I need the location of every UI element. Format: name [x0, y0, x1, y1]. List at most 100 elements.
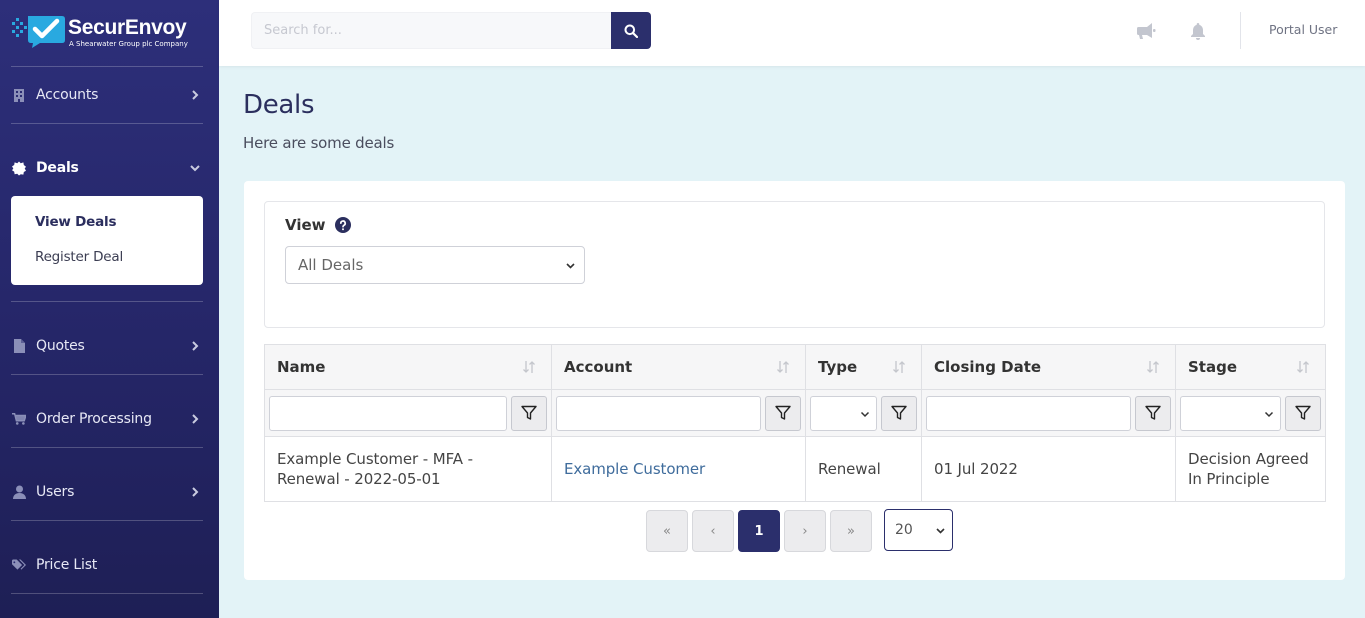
- sidebar: SecurEnvoy A Shearwater Group plc Compan…: [0, 0, 219, 618]
- account-link[interactable]: Example Customer: [564, 460, 705, 478]
- nav-divider: [11, 301, 203, 302]
- sidebar-item-label: Order Processing: [36, 411, 152, 427]
- filter-cell-closing-date: [921, 389, 1176, 437]
- sidebar-item-label: Accounts: [36, 87, 99, 103]
- page-subtitle: Here are some deals: [243, 134, 395, 152]
- deals-table: Name Account Type Closing Date Stage Exa…: [264, 344, 1326, 502]
- view-label-text: View: [285, 216, 326, 234]
- search-input[interactable]: [251, 12, 611, 49]
- cell-account: Example Customer: [551, 436, 806, 502]
- filter-icon: [1295, 405, 1311, 420]
- page-size-select[interactable]: 20: [884, 509, 953, 551]
- page-button-current[interactable]: 1: [738, 510, 780, 552]
- sidebar-item-users[interactable]: Users: [0, 474, 219, 510]
- megaphone-icon: [1136, 23, 1155, 39]
- column-header-name[interactable]: Name: [264, 344, 552, 390]
- sidebar-item-order-processing[interactable]: Order Processing: [0, 401, 219, 437]
- view-label: View: [285, 216, 351, 234]
- filter-button-stage[interactable]: [1285, 395, 1321, 431]
- filter-button-name[interactable]: [511, 395, 547, 431]
- column-header-account[interactable]: Account: [551, 344, 806, 390]
- column-header-type[interactable]: Type: [805, 344, 922, 390]
- submenu-item-register-deal[interactable]: Register Deal: [35, 249, 123, 265]
- filter-button-type[interactable]: [881, 395, 917, 431]
- page-title: Deals: [243, 90, 315, 120]
- filter-icon: [1145, 405, 1161, 420]
- view-select[interactable]: All Deals: [285, 246, 585, 284]
- nav-divider: [11, 447, 203, 448]
- nav-divider: [11, 520, 203, 521]
- tags-icon: [12, 558, 26, 572]
- announcement-button[interactable]: [1136, 21, 1156, 41]
- sidebar-item-label: Users: [36, 484, 75, 500]
- pagination: « ‹ 1 › »: [646, 510, 876, 552]
- filter-input-closing-date[interactable]: [926, 395, 1131, 431]
- filter-cell-type: [805, 389, 922, 437]
- chevron-right-icon: [192, 341, 199, 351]
- sidebar-item-price-list[interactable]: Price List: [0, 547, 219, 583]
- filter-icon: [891, 405, 907, 420]
- filter-input-name[interactable]: [269, 395, 507, 431]
- table-row[interactable]: Example Customer - MFA - Renewal - 2022-…: [264, 436, 1326, 502]
- chevron-down-icon: [936, 528, 945, 534]
- page-size-value: 20: [895, 522, 913, 538]
- sort-icon: [1147, 361, 1159, 373]
- filter-cell-stage: [1175, 389, 1326, 437]
- chevron-right-icon: [192, 90, 199, 100]
- cell-name: Example Customer - MFA - Renewal - 2022-…: [264, 436, 552, 502]
- help-icon[interactable]: [334, 217, 351, 233]
- nav-divider: [11, 374, 203, 375]
- filter-button-closing-date[interactable]: [1135, 395, 1171, 431]
- next-page-button[interactable]: ›: [784, 510, 826, 552]
- submenu-item-view-deals[interactable]: View Deals: [35, 214, 117, 230]
- logo-wordmark: SecurEnvoy: [68, 16, 187, 39]
- filter-select-type[interactable]: [810, 395, 877, 431]
- deals-submenu: View Deals Register Deal: [11, 196, 203, 285]
- column-header-label: Closing Date: [934, 358, 1042, 376]
- bell-icon: [1191, 22, 1205, 40]
- column-header-label: Type: [818, 358, 858, 376]
- nav-divider: [11, 593, 203, 594]
- filter-cell-name: [264, 389, 552, 437]
- sidebar-item-quotes[interactable]: Quotes: [0, 328, 219, 364]
- header-divider: [1240, 12, 1241, 49]
- cart-icon: [12, 412, 26, 426]
- sidebar-item-label: Deals: [36, 160, 79, 176]
- column-header-stage[interactable]: Stage: [1175, 344, 1326, 390]
- sort-icon: [893, 361, 905, 373]
- sidebar-item-deals[interactable]: Deals: [0, 150, 219, 186]
- filter-button-account[interactable]: [765, 395, 801, 431]
- chevron-down-icon: [190, 165, 200, 172]
- nav-divider: [11, 123, 203, 124]
- last-page-button[interactable]: »: [830, 510, 872, 552]
- logo-icon: [12, 16, 65, 48]
- column-header-closing-date[interactable]: Closing Date: [921, 344, 1176, 390]
- cell-stage: Decision Agreed In Principle: [1175, 436, 1326, 502]
- chevron-down-icon: [1264, 411, 1274, 417]
- sidebar-item-accounts[interactable]: Accounts: [0, 77, 219, 113]
- chevron-down-icon: [566, 263, 575, 269]
- top-header: Portal User: [219, 0, 1365, 66]
- badge-icon: [12, 161, 26, 175]
- filter-icon: [521, 405, 537, 420]
- cell-closing-date: 01 Jul 2022: [921, 436, 1176, 502]
- chevron-right-icon: [192, 414, 199, 424]
- filter-select-stage[interactable]: [1180, 395, 1281, 431]
- nav-divider: [11, 66, 203, 67]
- sidebar-item-label: Price List: [36, 557, 98, 573]
- column-header-label: Name: [277, 358, 326, 376]
- notifications-button[interactable]: [1188, 21, 1208, 41]
- user-menu[interactable]: Portal User: [1269, 22, 1337, 37]
- sort-icon: [777, 361, 789, 373]
- deals-card: View All Deals Name Account Type Closing…: [244, 181, 1345, 580]
- filter-input-account[interactable]: [556, 395, 761, 431]
- sidebar-item-label: Quotes: [36, 338, 85, 354]
- search-button[interactable]: [611, 12, 651, 49]
- logo[interactable]: SecurEnvoy A Shearwater Group plc Compan…: [10, 12, 210, 52]
- search-icon: [624, 24, 638, 38]
- logo-tagline: A Shearwater Group plc Company: [69, 40, 188, 48]
- filter-icon: [775, 405, 791, 420]
- sort-icon: [1297, 361, 1309, 373]
- first-page-button[interactable]: «: [646, 510, 688, 552]
- prev-page-button[interactable]: ‹: [692, 510, 734, 552]
